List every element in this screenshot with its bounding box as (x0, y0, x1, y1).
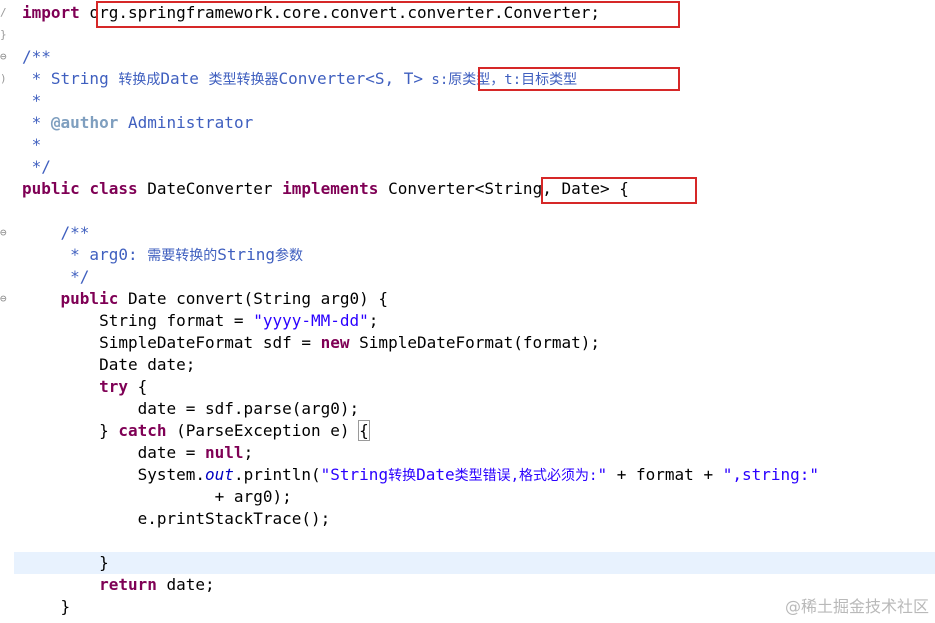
fold-toggle-icon[interactable]: ⊖ (0, 222, 14, 244)
code-text: .println( (233, 465, 321, 484)
code-line[interactable]: * (22, 90, 42, 112)
string-literal: "String (320, 465, 389, 484)
code-editor[interactable]: / } ⊖ ) ⊖ ⊖ import org.springframework.c… (0, 0, 935, 623)
code-line[interactable]: + arg0); (22, 486, 292, 508)
brace: { (609, 179, 629, 198)
keyword: return (99, 575, 157, 594)
code-line[interactable]: public Date convert(String arg0) { (22, 288, 389, 310)
code-line[interactable]: import org.springframework.core.convert.… (22, 2, 600, 24)
fold-toggle-icon[interactable]: ⊖ (0, 288, 14, 310)
string-literal: "yyyy-MM-dd" (253, 311, 369, 330)
code-text: ; (243, 443, 254, 462)
line-number: / (0, 6, 7, 19)
comment-text: Administrator (118, 113, 254, 132)
keyword: class (89, 179, 138, 198)
code-line[interactable]: */ (22, 266, 89, 288)
comment-text: 目标类型 (521, 72, 578, 88)
line-number-gutter: / } ⊖ ) ⊖ ⊖ (0, 0, 14, 623)
comment-text: String (217, 245, 276, 264)
javadoc-tag: @author (50, 113, 119, 132)
comment-text: 参数 (275, 248, 304, 264)
code-text: ; (368, 311, 379, 330)
code-line[interactable]: System.out.println("String转换Date类型错误,格式必… (22, 464, 819, 486)
code-line[interactable]: date = sdf.parse(arg0); (22, 398, 360, 420)
interface-name: Converter (378, 179, 475, 198)
keyword: public (22, 179, 80, 198)
code-line[interactable]: Date date; (22, 354, 195, 376)
import-path: org.springframework.core.convert.convert… (89, 3, 600, 22)
keyword: import (22, 3, 80, 22)
string-literal: 转换 (388, 468, 417, 484)
comment-text: ，t: (490, 72, 522, 88)
code-line[interactable]: e.printStackTrace(); (22, 508, 331, 530)
code-line[interactable]: * String 转换成Date 类型转换器Converter<S, T> s:… (22, 68, 578, 90)
method-signature: Date convert(String arg0) { (118, 289, 389, 308)
comment-text: 类型转换器 (208, 72, 279, 88)
comment-text: * arg0: (22, 245, 148, 264)
comment-text: 转换成 (118, 72, 161, 88)
code-text: date = (22, 443, 206, 462)
code-line[interactable]: String format = "yyyy-MM-dd"; (22, 310, 378, 332)
class-name: DateConverter (137, 179, 283, 198)
code-text: date; (156, 575, 215, 594)
code-line[interactable]: /** (22, 46, 51, 68)
watermark: @稀土掘金技术社区 (784, 597, 929, 616)
comment-text: Date (160, 69, 209, 88)
code-text: { (127, 377, 148, 396)
matched-brace: { (358, 420, 370, 441)
code-line[interactable]: date = null; (22, 442, 254, 464)
type-params: <String, Date> (474, 179, 610, 198)
keyword: catch (118, 421, 167, 440)
keyword: new (320, 333, 350, 352)
string-literal: " (597, 465, 608, 484)
code-line[interactable]: public class DateConverter implements Co… (22, 178, 629, 200)
fold-toggle-icon[interactable]: ⊖ (0, 46, 14, 68)
keyword: public (60, 289, 119, 308)
code-line[interactable]: /** (22, 222, 90, 244)
current-line-highlight (14, 552, 935, 574)
code-line[interactable]: * arg0: 需要转换的String参数 (22, 244, 303, 266)
code-line[interactable]: return date; (22, 574, 215, 596)
comment-text: * String (22, 69, 119, 88)
comment-text: 需要转换的 (147, 248, 218, 264)
line-number: ) (0, 72, 7, 85)
comment-text: s: (423, 72, 449, 88)
code-line[interactable]: } (22, 552, 109, 574)
string-literal: 类型错误,格式必须为: (454, 468, 598, 484)
code-text: (ParseException e) (166, 421, 360, 440)
code-line[interactable]: } (22, 596, 71, 618)
keyword: null (205, 443, 244, 462)
keyword: try (99, 377, 128, 396)
code-text: SimpleDateFormat(format); (349, 333, 600, 352)
line-number: } (0, 28, 7, 41)
string-literal: ",string:" (722, 465, 820, 484)
comment-text: 原类型 (448, 72, 491, 88)
comment-text: Converter<S, T> (278, 69, 424, 88)
code-text: System. (22, 465, 206, 484)
code-text: + format + (607, 465, 723, 484)
string-literal: Date (416, 465, 455, 484)
static-field: out (205, 465, 234, 484)
code-line[interactable]: * (22, 134, 42, 156)
comment-text: * (22, 113, 51, 132)
keyword: implements (282, 179, 379, 198)
code-line[interactable]: } catch (ParseException e) { (22, 420, 370, 442)
code-line[interactable]: SimpleDateFormat sdf = new SimpleDateFor… (22, 332, 600, 354)
code-line[interactable]: * @author Administrator (22, 112, 254, 134)
code-text: } (22, 421, 119, 440)
code-line[interactable]: */ (22, 156, 51, 178)
code-text: String format = (22, 311, 254, 330)
code-text: SimpleDateFormat sdf = (22, 333, 321, 352)
code-line[interactable]: try { (22, 376, 147, 398)
